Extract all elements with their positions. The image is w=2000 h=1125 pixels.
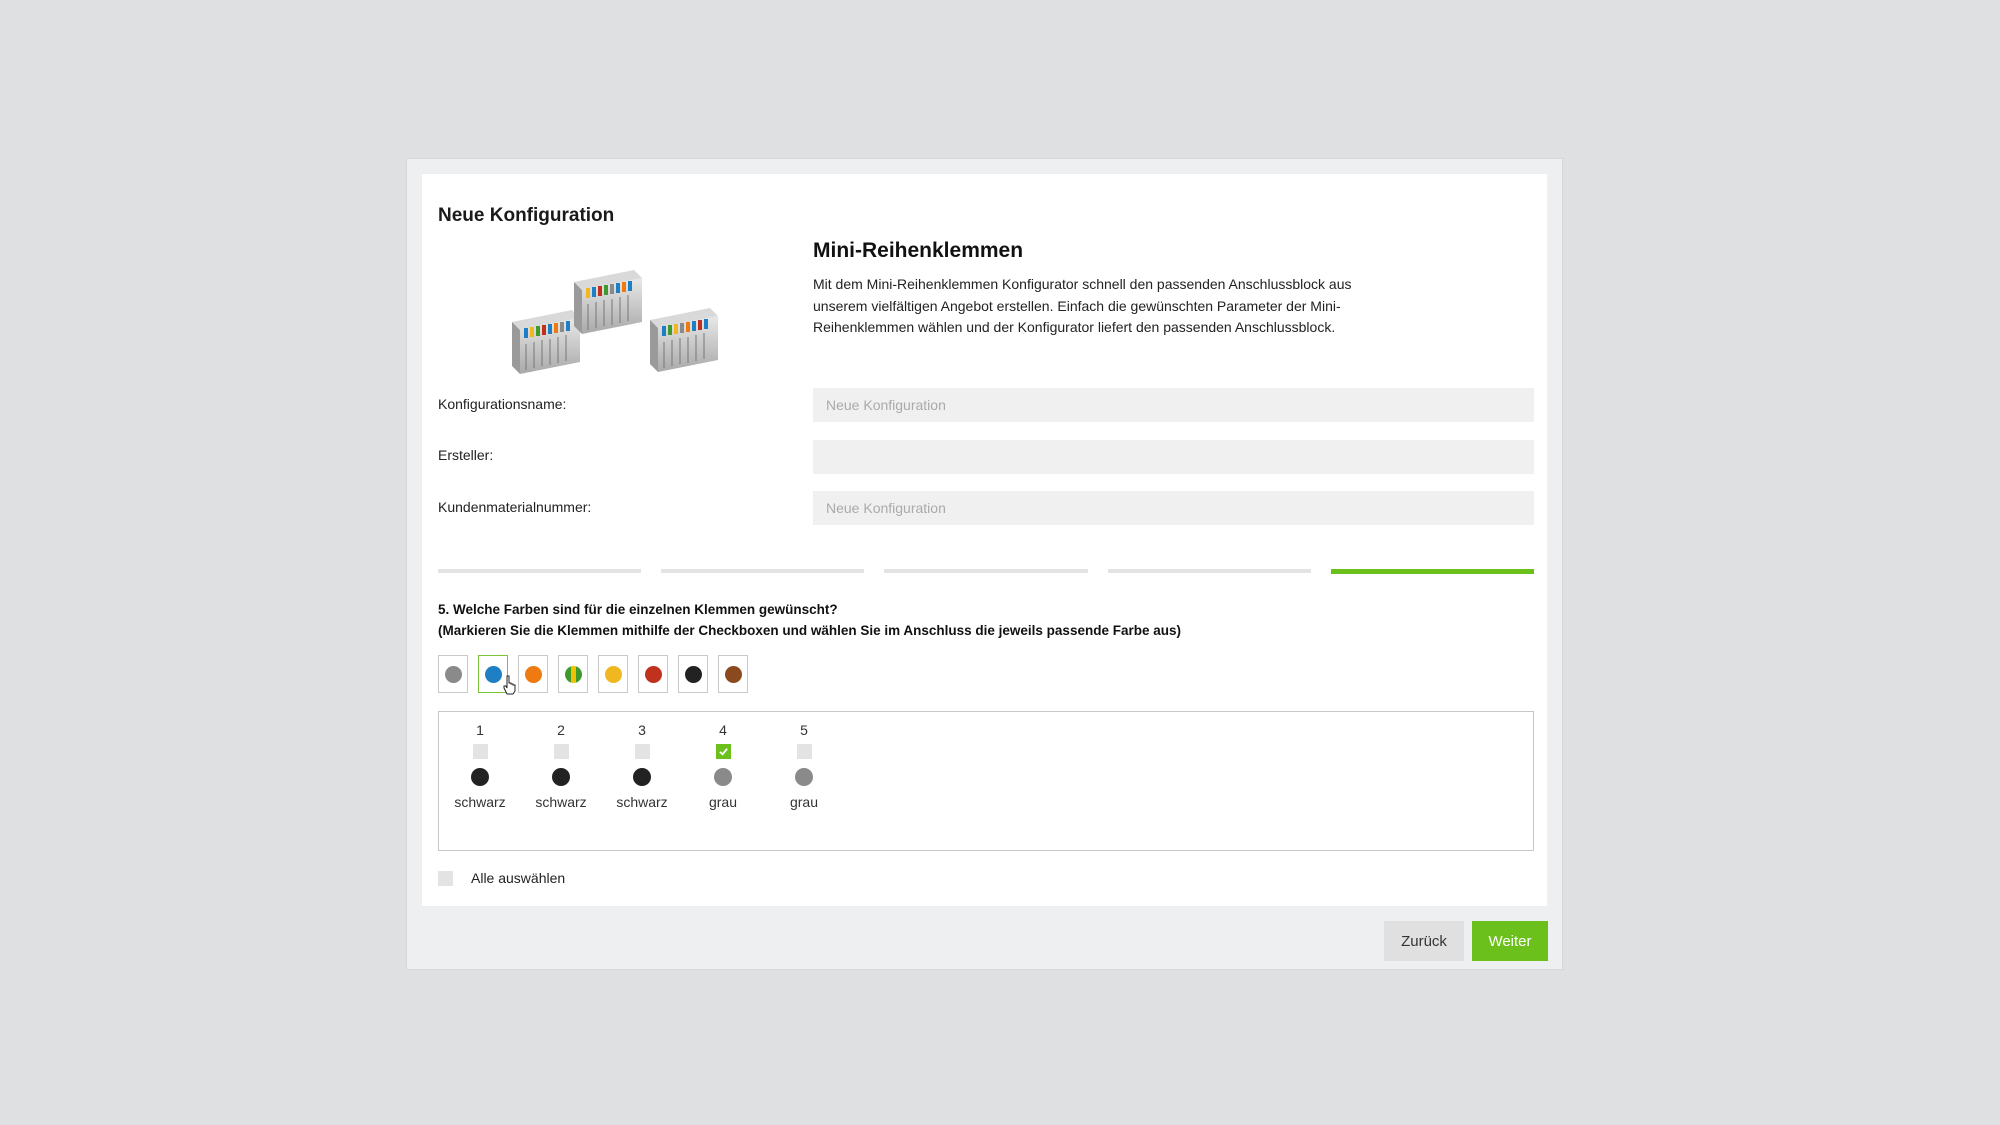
select-all-checkbox[interactable]: [438, 870, 453, 886]
customer-number-label: Kundenmaterialnummer:: [438, 499, 592, 515]
terminal-number: 5: [800, 722, 808, 738]
terminal-1: 1 schwarz: [445, 722, 515, 810]
color-swatch-red[interactable]: [638, 655, 668, 693]
terminal-color-dot: [714, 768, 732, 786]
next-button[interactable]: Weiter: [1472, 921, 1548, 961]
terminal-number: 1: [476, 722, 484, 738]
config-name-label: Konfigurationsname:: [438, 396, 567, 412]
terminal-color-dot: [471, 768, 489, 786]
terminal-checkbox[interactable]: [472, 744, 488, 759]
select-all-row[interactable]: Alle auswählen: [438, 870, 565, 886]
configuration-dialog: Neue Konfiguration Mini-Reihenklemmen Mi…: [406, 158, 1563, 970]
terminal-4: 4 grau: [688, 722, 758, 810]
red-color-dot: [644, 665, 662, 683]
terminal-number: 3: [638, 722, 646, 738]
black-color-dot: [684, 665, 702, 683]
step-1[interactable]: [438, 569, 642, 573]
step-progress-bar: [438, 569, 1535, 574]
color-swatch-black[interactable]: [678, 655, 708, 693]
terminal-number: 2: [557, 722, 565, 738]
color-swatch-brown[interactable]: [718, 655, 748, 693]
back-button[interactable]: Zurück: [1384, 921, 1464, 961]
product-description: Mit dem Mini-Reihenklemmen Konfigurator …: [813, 276, 1352, 335]
terminal-checkbox[interactable]: [715, 744, 731, 759]
step-3[interactable]: [884, 569, 1088, 573]
config-name-input[interactable]: [813, 388, 1534, 422]
step-4[interactable]: [1107, 569, 1311, 573]
green-yellow-color-dot: [564, 665, 582, 683]
select-all-label: Alle auswählen: [471, 870, 566, 886]
terminal-color-dot: [633, 768, 651, 786]
customer-number-input[interactable]: [813, 491, 1534, 525]
terminal-5: 5 grau: [769, 722, 839, 810]
step-5[interactable]: [1330, 569, 1535, 574]
grey-color-dot: [444, 665, 462, 683]
terminal-block-product-image: [512, 270, 718, 374]
terminal-checkbox[interactable]: [796, 744, 812, 759]
color-swatch-palette: [438, 655, 748, 695]
terminal-checkbox[interactable]: [553, 744, 569, 759]
color-swatch-yellow[interactable]: [598, 655, 628, 693]
terminal-2: 2 schwarz: [526, 722, 596, 810]
hand-cursor-icon: [503, 675, 516, 695]
question-line-1: 5. Welche Farben sind für die einzelnen …: [438, 602, 838, 617]
terminal-color-label: schwarz: [454, 794, 506, 810]
color-swatch-grey[interactable]: [438, 655, 468, 693]
terminal-color-label: grau: [708, 794, 738, 810]
step-2[interactable]: [661, 569, 865, 573]
color-swatch-blue[interactable]: [478, 655, 516, 695]
dialog-title: Neue Konfiguration: [438, 205, 615, 226]
terminal-checkbox[interactable]: [634, 744, 650, 759]
yellow-color-dot: [604, 665, 622, 683]
terminal-3: 3 schwarz: [607, 722, 677, 810]
dialog-content-panel: Neue Konfiguration Mini-Reihenklemmen Mi…: [422, 174, 1547, 906]
color-swatch-green-yellow[interactable]: [558, 655, 588, 693]
step-question: 5. Welche Farben sind für die einzelnen …: [438, 599, 1181, 641]
terminal-color-label: schwarz: [616, 794, 668, 810]
terminal-number: 4: [719, 722, 727, 738]
product-title: Mini-Reihenklemmen: [813, 239, 1024, 262]
creator-input[interactable]: [813, 440, 1534, 474]
color-swatch-orange[interactable]: [518, 655, 548, 693]
brown-color-dot: [724, 665, 742, 683]
terminal-color-dot: [795, 768, 813, 786]
terminal-color-dot: [552, 768, 570, 786]
orange-color-dot: [524, 665, 542, 683]
question-line-2: (Markieren Sie die Klemmen mithilfe der …: [438, 623, 1181, 638]
creator-label: Ersteller:: [438, 447, 494, 463]
terminal-color-label: schwarz: [535, 794, 587, 810]
terminal-selection-box: 1 schwarz 2 schwarz 3 schwarz 4 grau 5 grau: [438, 711, 1534, 851]
terminal-color-label: grau: [789, 794, 819, 810]
blue-color-dot: [484, 665, 502, 683]
checkmark-icon: [718, 748, 728, 756]
